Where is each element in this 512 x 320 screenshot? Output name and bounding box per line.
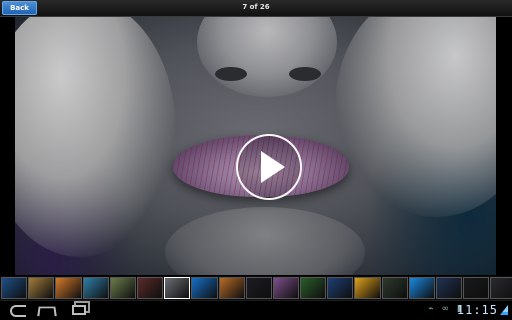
filmstrip-thumbnail[interactable] bbox=[82, 277, 109, 299]
play-triangle-icon bbox=[261, 151, 285, 183]
filmstrip-thumbnail[interactable] bbox=[28, 277, 55, 299]
filmstrip-thumbnail[interactable] bbox=[408, 277, 435, 299]
video-preview[interactable] bbox=[15, 17, 496, 275]
play-icon[interactable] bbox=[236, 134, 302, 200]
filmstrip-thumbnail[interactable] bbox=[490, 277, 512, 299]
filmstrip-thumbnail[interactable] bbox=[218, 277, 245, 299]
filmstrip-thumbnail[interactable] bbox=[300, 277, 327, 299]
recent-apps-icon[interactable] bbox=[72, 305, 86, 315]
system-nav-bar: ⌁ ∞ ▮ 11:15 bbox=[0, 300, 512, 320]
home-icon[interactable] bbox=[37, 306, 57, 317]
filmstrip-thumbnail[interactable] bbox=[164, 277, 191, 299]
nose bbox=[197, 17, 337, 97]
filmstrip-thumbnail[interactable] bbox=[109, 277, 136, 299]
nostril-left bbox=[215, 67, 247, 81]
filmstrip-thumbnail[interactable] bbox=[354, 277, 381, 299]
usb-icon: ⌁ bbox=[428, 304, 434, 314]
filmstrip-thumbnail[interactable] bbox=[436, 277, 463, 299]
clock: 11:15 bbox=[456, 303, 498, 317]
filmstrip-thumbnail[interactable] bbox=[381, 277, 408, 299]
hair-left bbox=[15, 17, 175, 257]
photo-counter: 7 of 26 bbox=[242, 3, 270, 11]
filmstrip-thumbnail[interactable] bbox=[136, 277, 164, 299]
sync-icon: ∞ bbox=[441, 304, 450, 314]
filmstrip-thumbnail[interactable] bbox=[245, 277, 272, 299]
filmstrip bbox=[0, 276, 512, 300]
filmstrip-thumbnail[interactable] bbox=[1, 277, 28, 299]
filmstrip-thumbnail[interactable] bbox=[327, 277, 354, 299]
filmstrip-thumbnail[interactable] bbox=[191, 277, 218, 299]
back-arrow-icon[interactable] bbox=[10, 305, 26, 317]
filmstrip-thumbnail[interactable] bbox=[55, 277, 82, 299]
hair-right bbox=[336, 17, 496, 217]
top-bar: Back 7 of 26 bbox=[0, 0, 512, 17]
filmstrip-thumbnail[interactable] bbox=[272, 277, 300, 299]
chin bbox=[165, 207, 365, 275]
wifi-icon bbox=[500, 305, 508, 315]
nostril-right bbox=[289, 67, 321, 81]
filmstrip-thumbnail[interactable] bbox=[463, 277, 490, 299]
